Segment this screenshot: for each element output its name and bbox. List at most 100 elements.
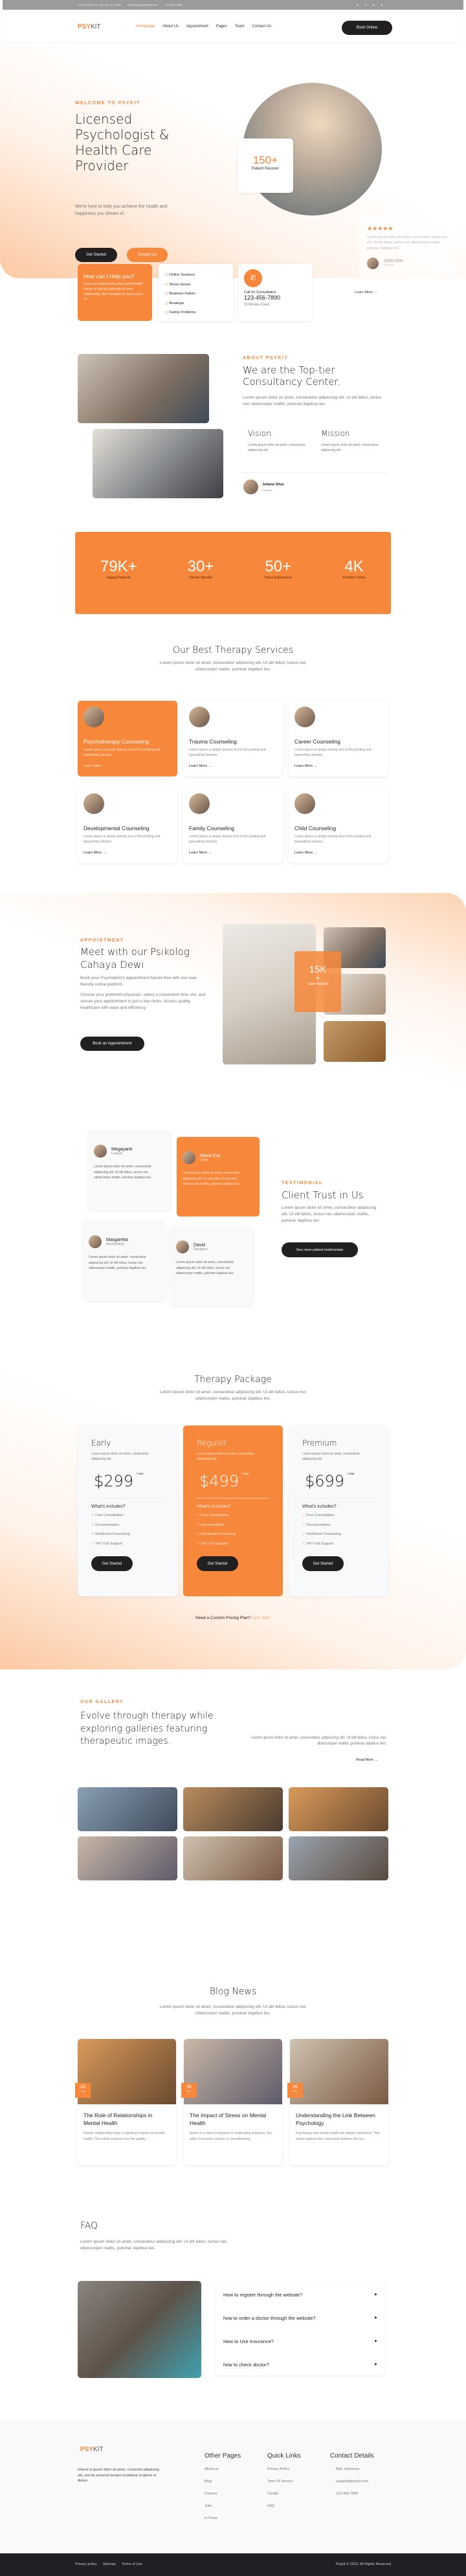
- feature-item: ✓ Nutritional Counseling: [91, 1532, 130, 1536]
- footer-link[interactable]: About us: [205, 2467, 241, 2480]
- blog-image: [78, 2039, 176, 2104]
- gallery-image[interactable]: [183, 1787, 283, 1831]
- nav-contact[interactable]: Contact Us: [252, 25, 271, 28]
- service-card[interactable]: Psychotherapy Counseling Lorem Ipsum is …: [78, 701, 177, 776]
- pinterest-icon[interactable]: ●: [365, 3, 366, 6]
- service-title: Psychotherapy Counseling: [83, 738, 150, 745]
- avatar: [367, 257, 379, 269]
- avatar: [183, 1151, 195, 1164]
- see-testimonials-button[interactable]: See more patient testimonials: [282, 1242, 358, 1257]
- service-image: [294, 707, 315, 727]
- testimonial-card: Maria Eva Chef Lorem ipsum dolor sit amet…: [177, 1137, 260, 1216]
- faq-item[interactable]: how to order a doctor through the websit…: [216, 2306, 385, 2329]
- get-started-button[interactable]: Get Started: [197, 1556, 238, 1571]
- blog-image: [184, 2039, 282, 2104]
- nav-team[interactable]: Team: [235, 25, 245, 28]
- service-image: [294, 793, 315, 814]
- service-card[interactable]: Child Counseling Lorem Ipsum is simply d…: [289, 787, 388, 863]
- service-title: Family Counseling: [189, 825, 234, 831]
- gallery-image[interactable]: [289, 1787, 388, 1831]
- gallery-image[interactable]: [289, 1836, 388, 1880]
- service-title: Developmental Counseling: [83, 825, 150, 831]
- navbar: PSYKIT Homepage About Us Appointment Pag…: [3, 14, 463, 42]
- footer-link[interactable]: 123-456-7890: [336, 2492, 374, 2504]
- caret-right-icon: ▶: [375, 2293, 377, 2296]
- appointment-title: Meet with our Psikolog Cahaya Dewi: [80, 946, 190, 971]
- blog-title: Blog News: [209, 1987, 257, 1997]
- feature-item: ✓ Nutritional Counseling: [197, 1532, 236, 1536]
- learn-more-link[interactable]: Learn More →: [294, 851, 383, 855]
- hero-tag: WELCOME TO PSYKIT: [75, 101, 140, 105]
- plan-price: $299: [94, 1472, 134, 1490]
- service-card[interactable]: Career Counseling Lorem Ipsum is simply …: [289, 701, 388, 776]
- testimonial-card: David Designer Lorem ipsum dolor sit amet…: [170, 1226, 253, 1306]
- learn-more-link[interactable]: Learn More →: [294, 764, 383, 768]
- terms-link[interactable]: Terms of Use: [122, 2562, 142, 2566]
- faq-item[interactable]: How to Use Insurance? ▶: [216, 2329, 385, 2353]
- blog-title[interactable]: Understanding the Link Between Psycholog…: [296, 2112, 383, 2128]
- get-started-button[interactable]: Get Started: [75, 248, 117, 262]
- caret-right-icon: ▶: [375, 2316, 377, 2320]
- sitemap-link[interactable]: Sitemap: [103, 2562, 116, 2566]
- service-image: [83, 793, 104, 814]
- hero-title: Licensed Psychologist & Health Care Prov…: [75, 111, 170, 173]
- learn-more-link[interactable]: Learn More →: [83, 764, 172, 768]
- nav-pages[interactable]: Pages: [216, 25, 227, 28]
- gallery-image[interactable]: [78, 1836, 177, 1880]
- get-started-button[interactable]: Get Started: [302, 1556, 344, 1571]
- footer-link[interactable]: Credits: [267, 2492, 301, 2504]
- phone-icon: ✆: [244, 269, 262, 287]
- contact-us-button[interactable]: Contact Us: [127, 248, 168, 262]
- footer-link[interactable]: Jobs: [205, 2504, 241, 2516]
- faq-item[interactable]: How to register through the website? ▶: [216, 2283, 385, 2306]
- plan-price: $699: [305, 1472, 345, 1490]
- blog-image: [290, 2039, 388, 2104]
- footer-link[interactable]: FAQ: [267, 2504, 301, 2516]
- learn-more-link[interactable]: Learn More →: [189, 764, 277, 768]
- gallery-image[interactable]: [183, 1836, 283, 1880]
- address-text: 123 Anywhere St., Any City, ST 12345: [78, 3, 122, 6]
- feature-item: ✓ 24/7 Full Support: [197, 1541, 228, 1546]
- footer-column: Quick Links Privacy Policy Term Of Service…: [267, 2452, 301, 2516]
- blog-title[interactable]: The Impact of Stress on Mental Health: [190, 2112, 276, 2128]
- service-card[interactable]: Family Counseling Lorem Ipsum is simply …: [183, 787, 283, 863]
- service-card[interactable]: Developmental Counseling Lorem Ipsum is …: [78, 787, 177, 863]
- testimonial-text: Lorem ipsum dolor sit amet, consectetur …: [282, 1205, 377, 1223]
- blog-card[interactable]: 26 Oct The Role of Relationships in Menta…: [75, 2039, 176, 2165]
- help-card: How can I Help you? If you are experienci…: [78, 264, 152, 321]
- blog-card[interactable]: 26 Oct Understanding the Link Between Psy…: [287, 2039, 388, 2165]
- get-started-button[interactable]: Get Started: [91, 1556, 133, 1571]
- nav-appointment[interactable]: Appointment: [186, 25, 208, 28]
- learn-more-link[interactable]: Learn More →: [355, 291, 377, 294]
- footer-link[interactable]: Careers: [205, 2492, 241, 2504]
- footer-link[interactable]: Blog: [205, 2480, 241, 2492]
- footer-link[interactable]: support@psykit.com: [336, 2480, 374, 2492]
- service-desc: Lorem Ipsum is simply dummy text of the …: [189, 835, 266, 844]
- faq-item[interactable]: how to check doctor? ▶: [216, 2353, 385, 2376]
- nav-homepage[interactable]: Homepage: [136, 25, 155, 28]
- privacy-link[interactable]: Privacy policy: [75, 2562, 97, 2566]
- service-desc: Lorem Ipsum is simply dummy text of the …: [83, 835, 161, 844]
- footer-link[interactable]: Term Of Service: [267, 2480, 301, 2492]
- learn-more-link[interactable]: Learn More →: [189, 851, 277, 855]
- gallery-image[interactable]: [78, 1787, 177, 1831]
- service-card[interactable]: Trauma Counseling Lorem Ipsum is simply …: [183, 701, 283, 776]
- lets-talk-link[interactable]: Let's Talk!: [252, 1616, 271, 1620]
- youtube-icon[interactable]: ■: [381, 3, 383, 6]
- blog-title[interactable]: The Role of Relationships in Mental Heal…: [83, 2112, 170, 2128]
- footer-link[interactable]: In Press: [205, 2516, 241, 2529]
- blog-card[interactable]: 26 Oct The Impact of Stress on Mental Hea…: [181, 2039, 282, 2165]
- instagram-icon[interactable]: ■: [373, 3, 374, 6]
- footer-link[interactable]: Privacy Policy: [267, 2467, 301, 2480]
- caret-right-icon: ▶: [375, 2362, 377, 2366]
- footer-link[interactable]: Bali, Indonesia: [336, 2467, 374, 2480]
- read-more-link[interactable]: Read More →: [356, 1758, 378, 1762]
- facebook-icon[interactable]: ■: [357, 3, 358, 6]
- service-desc: Lorem Ipsum is simply dummy text of the …: [189, 748, 266, 757]
- logo[interactable]: PSYKIT: [78, 23, 101, 30]
- feature-item: ✓ Documentation: [91, 1523, 120, 1527]
- book-online-button[interactable]: Book Online: [342, 21, 392, 35]
- book-appointment-button[interactable]: Book an Appoointment: [80, 1037, 144, 1051]
- learn-more-link[interactable]: Learn More →: [83, 851, 172, 855]
- nav-about[interactable]: About Us: [162, 25, 179, 28]
